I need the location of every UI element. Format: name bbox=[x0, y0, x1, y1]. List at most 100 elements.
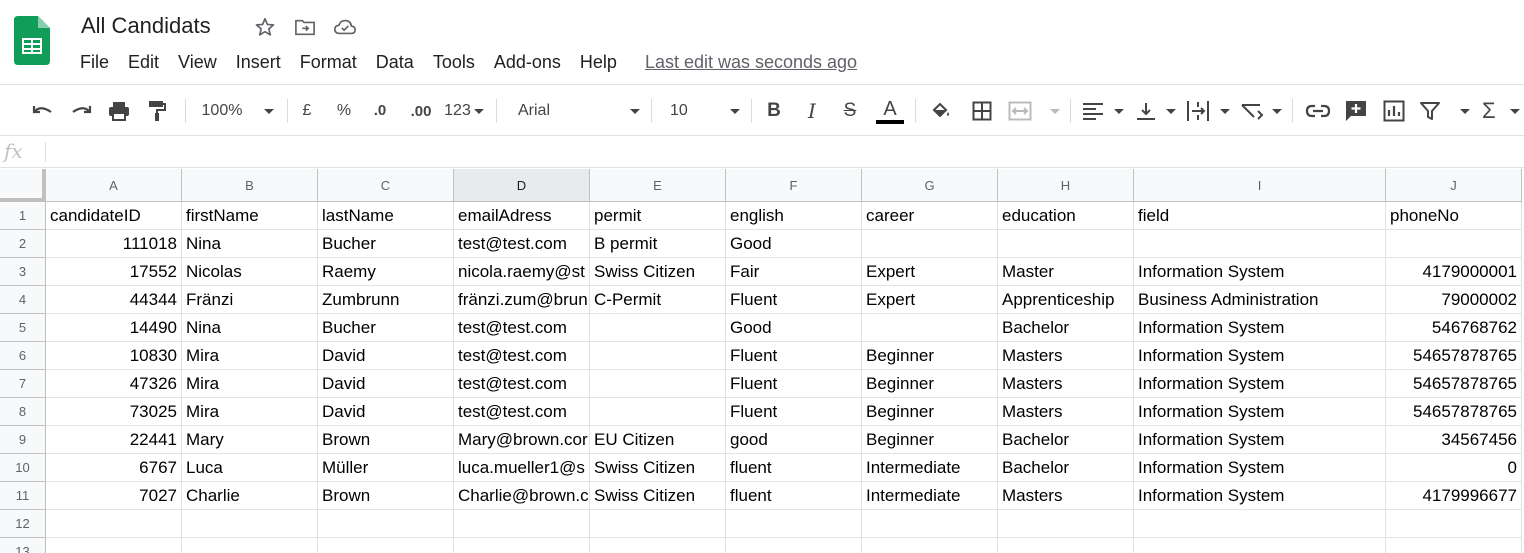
cell-h4[interactable]: Apprenticeship bbox=[998, 286, 1134, 314]
cell-a4[interactable]: 44344 bbox=[46, 286, 182, 314]
decrease-decimal-button[interactable]: .0 bbox=[366, 98, 394, 124]
menu-file[interactable]: File bbox=[80, 50, 109, 74]
cell-i13[interactable] bbox=[1134, 538, 1386, 553]
cell-d1[interactable]: emailAdress bbox=[454, 202, 590, 230]
cell-f7[interactable]: Fluent bbox=[726, 370, 862, 398]
cell-g13[interactable] bbox=[862, 538, 998, 553]
cell-i5[interactable]: Information System bbox=[1134, 314, 1386, 342]
row-header-13[interactable]: 13 bbox=[0, 538, 46, 553]
cell-a12[interactable] bbox=[46, 510, 182, 538]
cell-f5[interactable]: Good bbox=[726, 314, 862, 342]
column-header-i[interactable]: I bbox=[1134, 169, 1386, 202]
cloud-saved-icon[interactable] bbox=[332, 15, 358, 39]
menu-tools[interactable]: Tools bbox=[433, 50, 475, 74]
menu-data[interactable]: Data bbox=[376, 50, 414, 74]
cell-h6[interactable]: Masters bbox=[998, 342, 1134, 370]
cell-j2[interactable] bbox=[1386, 230, 1522, 258]
cell-g4[interactable]: Expert bbox=[862, 286, 998, 314]
cell-j10[interactable]: 0 bbox=[1386, 454, 1522, 482]
cell-c6[interactable]: David bbox=[318, 342, 454, 370]
functions-button[interactable]: Σ bbox=[1482, 98, 1520, 124]
cell-c1[interactable]: lastName bbox=[318, 202, 454, 230]
cell-b10[interactable]: Luca bbox=[182, 454, 318, 482]
row-header-10[interactable]: 10 bbox=[0, 454, 46, 482]
cell-h7[interactable]: Masters bbox=[998, 370, 1134, 398]
column-header-g[interactable]: G bbox=[862, 169, 998, 202]
cell-j8[interactable]: 54657878765 bbox=[1386, 398, 1522, 426]
redo-icon[interactable] bbox=[68, 98, 94, 124]
cell-a8[interactable]: 73025 bbox=[46, 398, 182, 426]
font-size-select[interactable]: 10 bbox=[670, 98, 740, 124]
bold-button[interactable]: B bbox=[763, 98, 785, 124]
cell-i3[interactable]: Information System bbox=[1134, 258, 1386, 286]
font-family-select[interactable]: Arial bbox=[518, 98, 640, 124]
cell-c13[interactable] bbox=[318, 538, 454, 553]
cell-j6[interactable]: 54657878765 bbox=[1386, 342, 1522, 370]
cell-d11[interactable]: Charlie@brown.c bbox=[454, 482, 590, 510]
cell-j4[interactable]: 79000002 bbox=[1386, 286, 1522, 314]
row-header-6[interactable]: 6 bbox=[0, 342, 46, 370]
cell-b6[interactable]: Mira bbox=[182, 342, 318, 370]
cell-h8[interactable]: Masters bbox=[998, 398, 1134, 426]
cell-a6[interactable]: 10830 bbox=[46, 342, 182, 370]
cell-i6[interactable]: Information System bbox=[1134, 342, 1386, 370]
cell-a9[interactable]: 22441 bbox=[46, 426, 182, 454]
insert-link-icon[interactable] bbox=[1304, 98, 1332, 124]
column-header-h[interactable]: H bbox=[998, 169, 1134, 202]
cell-g8[interactable]: Beginner bbox=[862, 398, 998, 426]
text-wrapping-button[interactable] bbox=[1186, 98, 1230, 124]
move-folder-icon[interactable] bbox=[292, 15, 318, 39]
cell-f8[interactable]: Fluent bbox=[726, 398, 862, 426]
cell-e6[interactable] bbox=[590, 342, 726, 370]
column-header-a[interactable]: A bbox=[46, 169, 182, 202]
cell-b8[interactable]: Mira bbox=[182, 398, 318, 426]
cell-e3[interactable]: Swiss Citizen bbox=[590, 258, 726, 286]
cell-e4[interactable]: C-Permit bbox=[590, 286, 726, 314]
cell-j5[interactable]: 546768762 bbox=[1386, 314, 1522, 342]
cell-h13[interactable] bbox=[998, 538, 1134, 553]
cell-j9[interactable]: 34567456 bbox=[1386, 426, 1522, 454]
cell-e5[interactable] bbox=[590, 314, 726, 342]
fill-color-icon[interactable] bbox=[928, 98, 954, 124]
cell-c8[interactable]: David bbox=[318, 398, 454, 426]
cell-b2[interactable]: Nina bbox=[182, 230, 318, 258]
cell-i2[interactable] bbox=[1134, 230, 1386, 258]
cell-e10[interactable]: Swiss Citizen bbox=[590, 454, 726, 482]
cell-g10[interactable]: Intermediate bbox=[862, 454, 998, 482]
cell-b1[interactable]: firstName bbox=[182, 202, 318, 230]
cell-c11[interactable]: Brown bbox=[318, 482, 454, 510]
print-icon[interactable] bbox=[106, 98, 132, 124]
cell-e2[interactable]: B permit bbox=[590, 230, 726, 258]
horizontal-align-button[interactable] bbox=[1082, 98, 1124, 124]
menu-help[interactable]: Help bbox=[580, 50, 617, 74]
row-header-9[interactable]: 9 bbox=[0, 426, 46, 454]
paint-format-icon[interactable] bbox=[144, 98, 170, 124]
cell-j12[interactable] bbox=[1386, 510, 1522, 538]
increase-decimal-button[interactable]: .00 bbox=[405, 98, 437, 124]
cell-e13[interactable] bbox=[590, 538, 726, 553]
text-rotation-button[interactable] bbox=[1240, 98, 1282, 124]
cell-b12[interactable] bbox=[182, 510, 318, 538]
cell-e1[interactable]: permit bbox=[590, 202, 726, 230]
cell-i7[interactable]: Information System bbox=[1134, 370, 1386, 398]
cell-h2[interactable] bbox=[998, 230, 1134, 258]
cell-b7[interactable]: Mira bbox=[182, 370, 318, 398]
cell-b4[interactable]: Fränzi bbox=[182, 286, 318, 314]
zoom-select[interactable]: 100% bbox=[200, 98, 276, 124]
cell-c4[interactable]: Zumbrunn bbox=[318, 286, 454, 314]
cell-a5[interactable]: 14490 bbox=[46, 314, 182, 342]
cell-j1[interactable]: phoneNo bbox=[1386, 202, 1522, 230]
cell-b9[interactable]: Mary bbox=[182, 426, 318, 454]
cell-a1[interactable]: candidateID bbox=[46, 202, 182, 230]
cell-f1[interactable]: english bbox=[726, 202, 862, 230]
cell-d2[interactable]: test@test.com bbox=[454, 230, 590, 258]
currency-button[interactable]: £ bbox=[297, 98, 317, 124]
italic-button[interactable]: I bbox=[801, 98, 823, 124]
cell-f9[interactable]: good bbox=[726, 426, 862, 454]
cell-a2[interactable]: 111018 bbox=[46, 230, 182, 258]
cell-f13[interactable] bbox=[726, 538, 862, 553]
filter-button[interactable] bbox=[1420, 98, 1470, 124]
row-header-4[interactable]: 4 bbox=[0, 286, 46, 314]
cell-e7[interactable] bbox=[590, 370, 726, 398]
select-all-corner[interactable] bbox=[0, 169, 46, 202]
